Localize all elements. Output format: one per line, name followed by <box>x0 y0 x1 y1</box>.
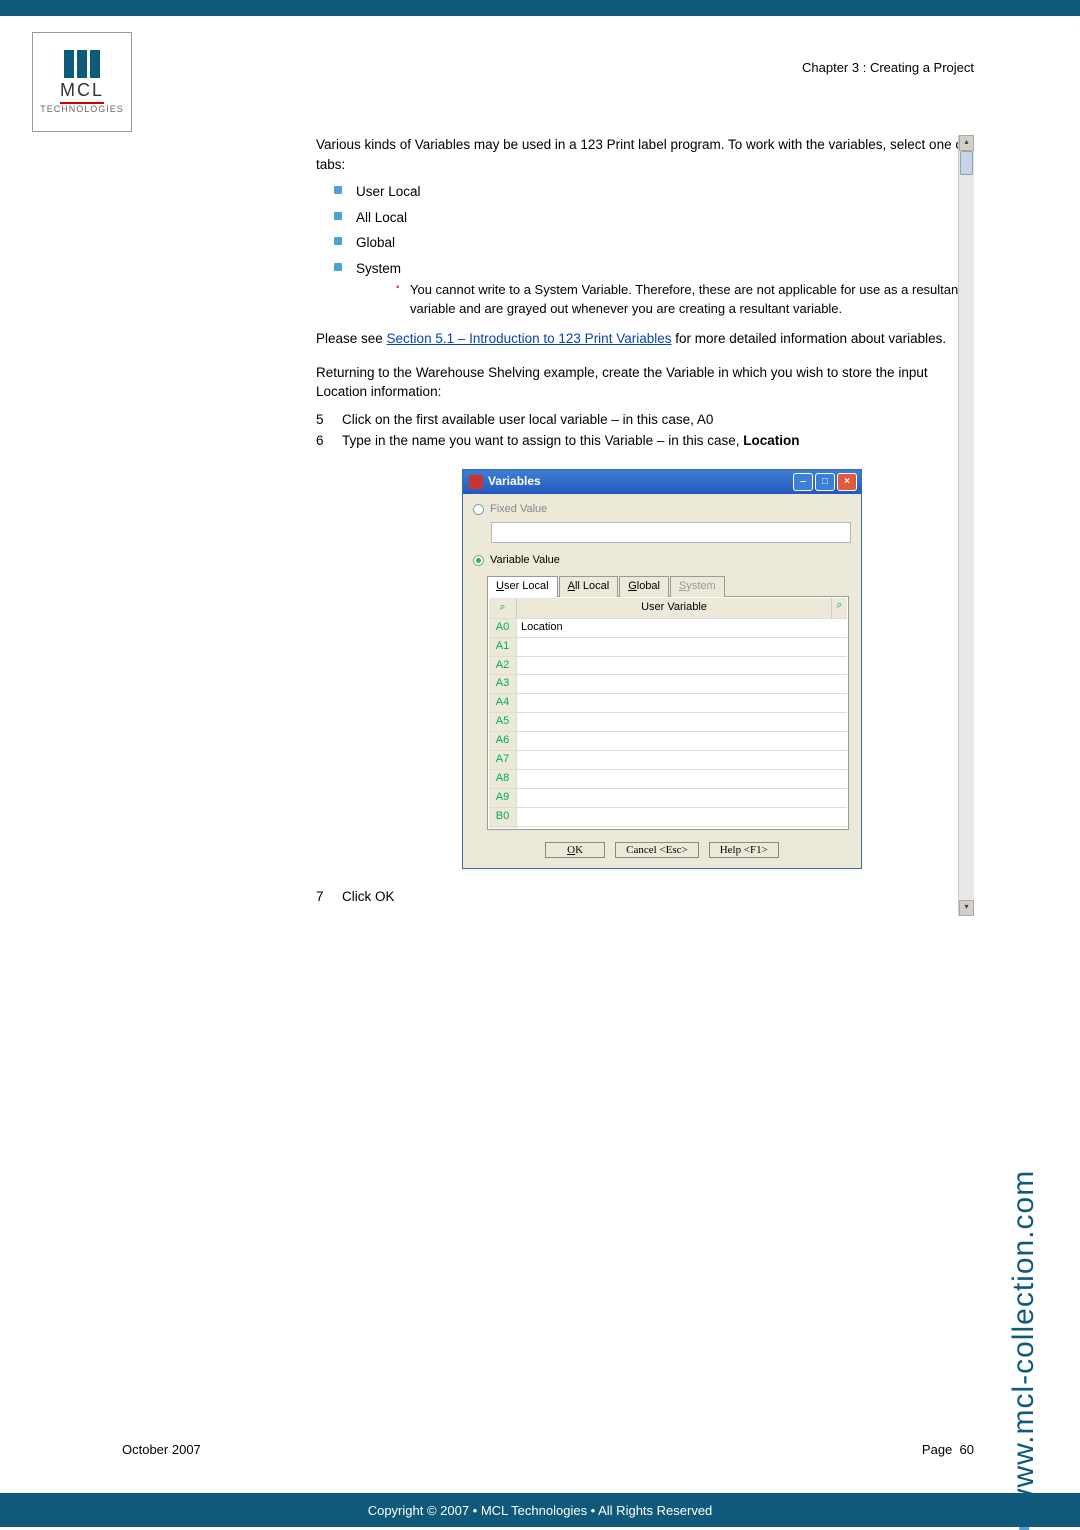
table-row[interactable]: A2 <box>489 656 847 675</box>
dialog-title: Variables <box>488 473 541 490</box>
step-5: 5Click on the first available user local… <box>316 410 976 430</box>
row-id: A3 <box>489 675 517 693</box>
row-value[interactable] <box>517 827 847 828</box>
intro-text: Various kinds of Variables may be used i… <box>316 135 976 174</box>
radio-icon-selected <box>473 555 484 566</box>
tab-system: System <box>670 576 725 597</box>
steps-list-a: 5Click on the first available user local… <box>316 410 976 451</box>
row-value[interactable] <box>517 808 847 826</box>
side-url: www.mcl-collection.com <box>1004 807 1044 1367</box>
table-row[interactable]: A1 <box>489 637 847 656</box>
tab-user-local[interactable]: User Local <box>487 576 558 597</box>
row-value[interactable] <box>517 713 847 731</box>
returning-text: Returning to the Warehouse Shelving exam… <box>316 363 976 402</box>
radio-fixed-value[interactable]: Fixed Value <box>473 502 851 518</box>
bullet-global: Global <box>334 233 976 253</box>
bullet-system: System You cannot write to a System Vari… <box>334 259 976 319</box>
row-value[interactable] <box>517 657 847 675</box>
row-value[interactable] <box>517 638 847 656</box>
row-id: A9 <box>489 789 517 807</box>
row-value[interactable] <box>517 789 847 807</box>
cancel-button[interactable]: Cancel <Esc> <box>615 842 699 858</box>
row-value[interactable]: Location <box>517 619 847 637</box>
scroll-up-button[interactable]: ▴ <box>959 135 974 151</box>
row-id: A1 <box>489 638 517 656</box>
page-footer: October 2007 Page 60 <box>122 1442 974 1457</box>
fixed-value-input <box>491 522 851 543</box>
close-button[interactable]: × <box>837 473 857 491</box>
search-icon[interactable]: ⌕ <box>489 598 517 618</box>
steps-list-b: 7Click OK <box>316 887 976 907</box>
vertical-scrollbar[interactable]: ▴ ▾ <box>958 135 974 916</box>
row-value[interactable] <box>517 732 847 750</box>
row-id: A8 <box>489 770 517 788</box>
table-row[interactable]: A9 <box>489 788 847 807</box>
chapter-heading: Chapter 3 : Creating a Project <box>802 60 974 75</box>
dialog-titlebar[interactable]: Variables – □ × <box>463 470 861 494</box>
row-id: A5 <box>489 713 517 731</box>
table-row[interactable]: A6 <box>489 731 847 750</box>
row-value[interactable] <box>517 675 847 693</box>
step-6: 6Type in the name you want to assign to … <box>316 431 976 451</box>
section-link[interactable]: Section 5.1 – Introduction to 123 Print … <box>387 331 672 346</box>
table-row[interactable]: A5 <box>489 712 847 731</box>
row-value[interactable] <box>517 751 847 769</box>
system-note: You cannot write to a System Variable. T… <box>396 281 976 319</box>
bullet-user-local: User Local <box>334 182 976 202</box>
row-id: A2 <box>489 657 517 675</box>
row-id: B1 <box>489 827 517 828</box>
dialog-title-icon <box>469 475 483 489</box>
top-bar <box>0 0 1080 16</box>
scroll-thumb[interactable] <box>960 151 973 175</box>
footer-page: Page 60 <box>922 1442 974 1457</box>
row-id: A6 <box>489 732 517 750</box>
step-7: 7Click OK <box>316 887 976 907</box>
radio-variable-value[interactable]: Variable Value <box>473 553 851 569</box>
column-header-user-variable: User Variable <box>517 598 831 618</box>
table-row[interactable]: A7 <box>489 750 847 769</box>
minimize-button[interactable]: – <box>793 473 813 491</box>
table-row[interactable]: A0Location <box>489 618 847 637</box>
copyright-bar: Copyright © 2007 • MCL Technologies • Al… <box>0 1493 1080 1527</box>
ok-button[interactable]: OK <box>545 842 605 858</box>
radio-icon <box>473 504 484 515</box>
variable-grid: ⌕ User Variable ⌕ A0LocationA1A2A3A4A5A6… <box>487 596 849 830</box>
row-id: A0 <box>489 619 517 637</box>
variables-dialog: Variables – □ × Fixed Value Variable Val… <box>462 469 862 869</box>
help-button[interactable]: Help <F1> <box>709 842 779 858</box>
tab-all-local[interactable]: All Local <box>559 576 619 597</box>
table-row[interactable]: B0 <box>489 807 847 826</box>
footer-date: October 2007 <box>122 1442 201 1457</box>
search-icon[interactable]: ⌕ <box>831 598 847 618</box>
table-row[interactable]: B1 <box>489 826 847 828</box>
row-id: B0 <box>489 808 517 826</box>
tabs-bulleted-list: User Local All Local Global System You c… <box>334 182 976 319</box>
table-row[interactable]: A3 <box>489 674 847 693</box>
row-id: A4 <box>489 694 517 712</box>
tab-global[interactable]: Global <box>619 576 669 597</box>
scroll-down-button[interactable]: ▾ <box>959 900 974 916</box>
row-value[interactable] <box>517 694 847 712</box>
variable-tabs: User Local All Local Global System <box>487 575 851 596</box>
row-id: A7 <box>489 751 517 769</box>
row-value[interactable] <box>517 770 847 788</box>
maximize-button[interactable]: □ <box>815 473 835 491</box>
table-row[interactable]: A4 <box>489 693 847 712</box>
see-also: Please see Section 5.1 – Introduction to… <box>316 329 976 349</box>
bullet-all-local: All Local <box>334 208 976 228</box>
mcl-logo: MCL TECHNOLOGIES <box>32 32 132 132</box>
table-row[interactable]: A8 <box>489 769 847 788</box>
